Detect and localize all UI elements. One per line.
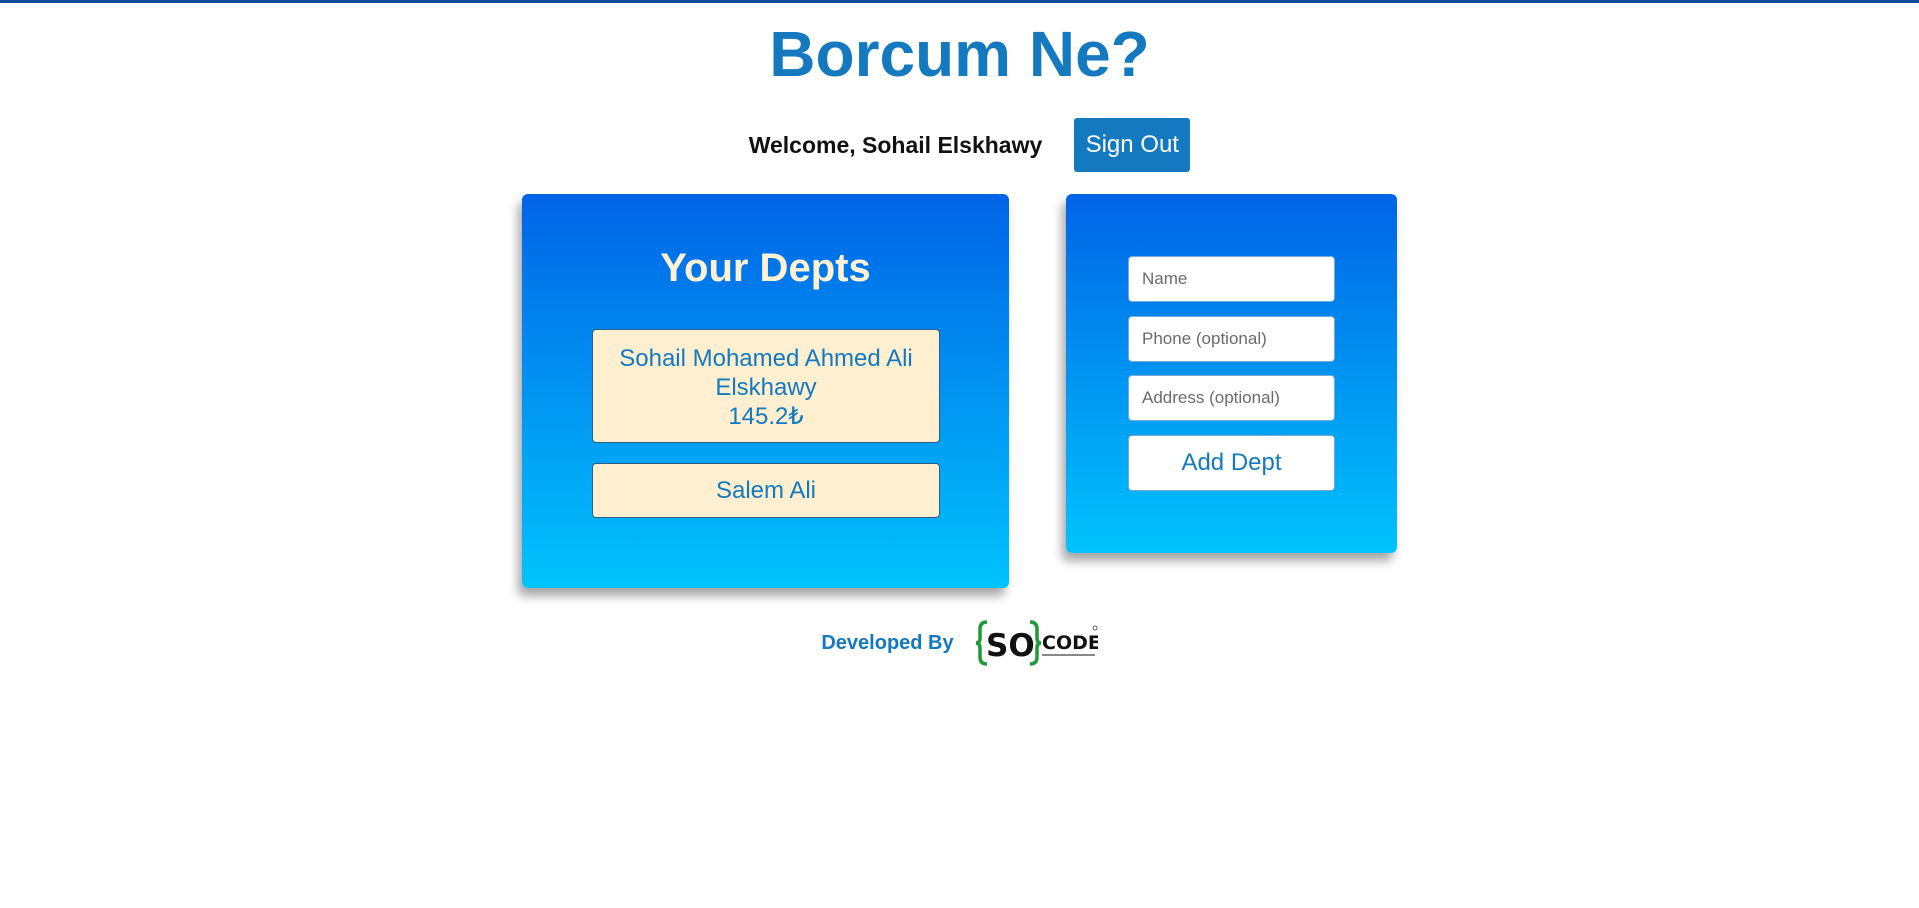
dept-name-line1: Sohail Mohamed Ahmed Ali: [619, 345, 913, 372]
socode-logo[interactable]: SO CODE: [974, 618, 1098, 668]
welcome-text: Welcome, Sohail Elskhawy: [748, 131, 1043, 158]
socode-logo-icon: SO CODE: [975, 620, 1098, 666]
depts-title: Your Depts: [660, 246, 871, 290]
depts-card: Your Depts Sohail Mohamed Ahmed Ali Elsk…: [522, 194, 1009, 588]
sign-out-button[interactable]: Sign Out: [1074, 118, 1191, 172]
footer: Developed By SO CODE: [0, 618, 1919, 668]
dept-name-line2: Elskhawy: [715, 374, 817, 401]
dept-amount: 145.2₺: [728, 403, 804, 430]
name-input[interactable]: [1128, 256, 1335, 302]
welcome-row: Welcome, Sohail Elskhawy Sign Out: [0, 118, 1919, 172]
top-border: [0, 0, 1919, 3]
logo-code-text: CODE: [1042, 632, 1098, 654]
app-title: Borcum Ne?: [769, 18, 1150, 90]
add-dept-button[interactable]: Add Dept: [1128, 435, 1335, 491]
developed-by-label: Developed By: [821, 631, 954, 654]
logo-so-text: SO: [986, 628, 1035, 664]
add-dept-form-card: Add Dept: [1066, 194, 1397, 553]
dept-item[interactable]: Sohail Mohamed Ahmed Ali Elskhawy 145.2₺: [592, 329, 940, 443]
dept-name-line1: Salem Ali: [715, 477, 817, 504]
phone-input[interactable]: [1128, 316, 1335, 362]
address-input[interactable]: [1128, 375, 1335, 421]
dept-item[interactable]: Salem Ali: [592, 463, 940, 518]
